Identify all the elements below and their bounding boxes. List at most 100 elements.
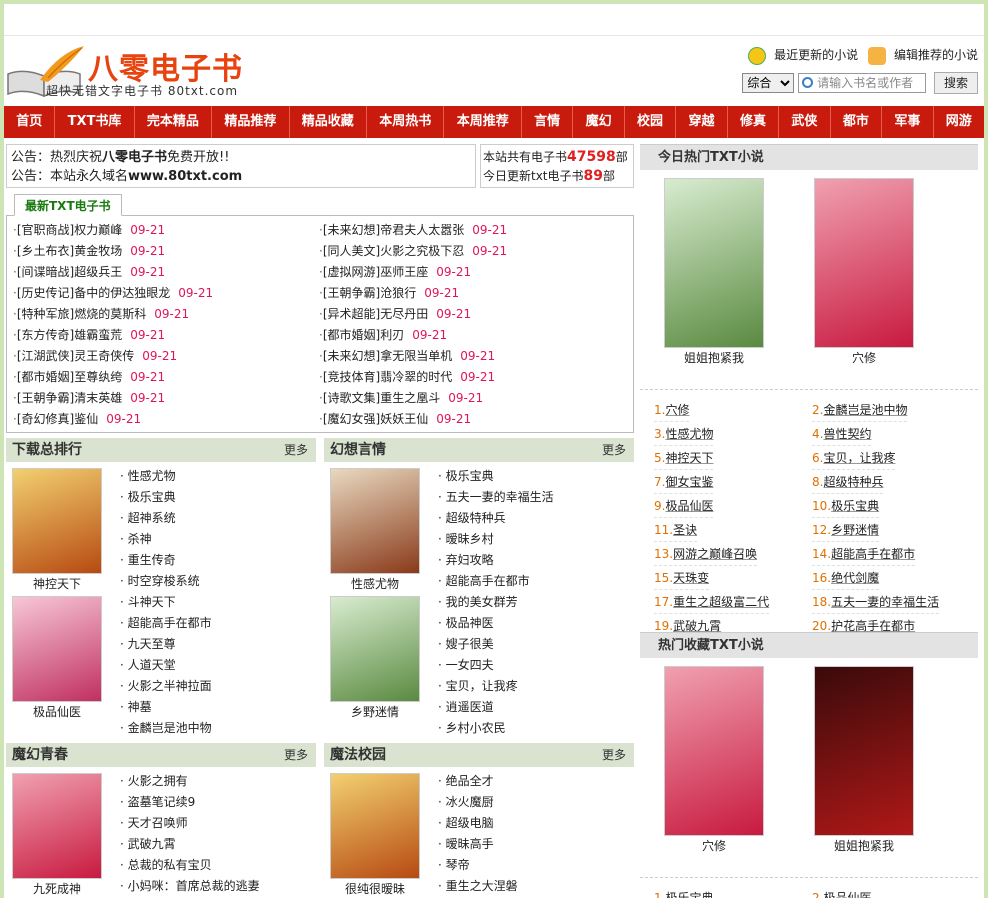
latest-book-category[interactable]: [奇幻修真] [17,412,74,426]
list-item[interactable]: · 极乐宝典 [120,487,212,508]
rank-title[interactable]: 金麟岂是池中物 [823,403,907,417]
rank-title[interactable]: 重生之超级富二代 [673,595,769,609]
nav-weekly-hot[interactable]: 本周热书 [367,106,445,138]
rank-title[interactable]: 武破九霄 [673,619,721,633]
latest-book-category[interactable]: [未来幻想] [323,349,380,363]
book-cover-title[interactable]: 九死成神 [10,879,104,898]
rank-item[interactable]: 16.绝代剑魔 [812,566,880,590]
list-item-title[interactable]: 超级特种兵 [446,511,506,525]
list-item[interactable]: · 宝贝，让我疼 [438,676,554,697]
list-item[interactable]: · 嫂子很美 [438,634,554,655]
list-item[interactable]: · 武破九霄 [120,834,260,855]
book-cover-image[interactable] [12,596,102,702]
list-item-title[interactable]: 盗墓笔记续9 [128,795,196,809]
latest-book-category[interactable]: [乡土布衣] [17,244,74,258]
latest-book-row[interactable]: ·[特种军旅]燃烧的莫斯科 09-21 [13,304,313,325]
latest-book-category[interactable]: [王朝争霸] [323,286,380,300]
nav-collections[interactable]: 精品收藏 [290,106,368,138]
nav-home[interactable]: 首页 [4,106,56,138]
list-item[interactable]: · 小妈咪：首席总裁的逃妻 [120,876,260,897]
latest-book-category[interactable]: [竞技体育] [323,370,380,384]
list-item-title[interactable]: 乡村小农民 [446,721,506,735]
list-item[interactable]: · 五夫一妻的幸福生活 [438,487,554,508]
book-cover-title[interactable]: 性感尤物 [328,574,422,594]
list-item[interactable]: · 暧昧高手 [438,834,518,855]
more-link[interactable]: 更多 [602,438,626,462]
latest-book-row[interactable]: ·[未来幻想]帝君夫人太嚣张 09-21 [319,220,619,241]
list-item[interactable]: · 超能高手在都市 [438,571,554,592]
rank-item[interactable]: 6.宝贝，让我疼 [812,446,896,470]
book-cover[interactable]: 九死成神 [10,773,104,898]
book-cover[interactable]: 乡野迷情 [328,596,422,722]
latest-book-category[interactable]: [诗歌文集] [323,391,380,405]
latest-book-title[interactable]: 备中的伊达独眼龙 [74,286,170,300]
nav-urban[interactable]: 都市 [831,106,883,138]
list-item[interactable]: · 火影之半神拉面 [120,676,212,697]
rank-item[interactable]: 1.极乐宝典 [654,886,713,898]
list-item-title[interactable]: 性感尤物 [128,469,176,483]
list-item-title[interactable]: 重生传奇 [128,553,176,567]
nav-military[interactable]: 军事 [882,106,934,138]
latest-book-category[interactable]: [东方传奇] [17,328,74,342]
book-cover-image[interactable] [330,468,420,574]
hot-book-cover[interactable]: 穴修 [664,666,764,856]
book-cover[interactable]: 很纯很暧昧 [328,773,422,898]
list-item-title[interactable]: 一女四夫 [446,658,494,672]
search-input[interactable]: 请输入书名或作者 [798,73,927,93]
list-item[interactable]: · 盗墓笔记续9 [120,792,260,813]
latest-book-category[interactable]: [虚拟网游] [323,265,380,279]
list-item[interactable]: · 九天至尊 [120,634,212,655]
nav-martial-arts[interactable]: 武侠 [779,106,831,138]
latest-book-row[interactable]: ·[都市婚姻]利刃 09-21 [319,325,619,346]
rank-item[interactable]: 4.兽性契约 [812,422,872,446]
book-cover[interactable]: 性感尤物 [328,468,422,594]
latest-book-row[interactable]: ·[官职商战]权力巅峰 09-21 [13,220,313,241]
list-item-title[interactable]: 九天至尊 [128,637,176,651]
latest-book-title[interactable]: 灵王奇侠传 [74,349,134,363]
rank-item[interactable]: 12.乡野迷情 [812,518,880,542]
latest-book-title[interactable]: 重生之凰斗 [380,391,440,405]
latest-book-title[interactable]: 沧狼行 [380,286,416,300]
latest-book-row[interactable]: ·[异术超能]无尽丹田 09-21 [319,304,619,325]
list-item-title[interactable]: 超级电脑 [446,816,494,830]
list-item[interactable]: · 暧昧乡村 [438,529,554,550]
list-item-title[interactable]: 暧昧高手 [446,837,494,851]
search-button[interactable]: 搜索 [934,72,978,94]
rank-item[interactable]: 7.御女宝鉴 [654,470,714,494]
latest-book-category[interactable]: [都市婚姻] [17,370,74,384]
list-item[interactable]: · 天才召唤师 [120,813,260,834]
list-item[interactable]: · 总裁的私有宝贝 [120,855,260,876]
nav-completed[interactable]: 完本精品 [135,106,213,138]
list-item-title[interactable]: 超神系统 [128,511,176,525]
rank-item[interactable]: 20.护花高手在都市 [812,614,916,638]
list-item-title[interactable]: 超能高手在都市 [128,616,212,630]
latest-book-category[interactable]: [王朝争霸] [17,391,74,405]
hot-book-cover-image[interactable] [814,178,914,348]
list-item[interactable]: · 极乐宝典 [438,466,554,487]
search-category-select[interactable]: 综合 [742,73,795,93]
latest-book-title[interactable]: 拿无限当单机 [380,349,452,363]
book-cover-image[interactable] [330,773,420,879]
latest-book-category[interactable]: [异术超能] [323,307,380,321]
nav-campus[interactable]: 校园 [625,106,677,138]
rank-title[interactable]: 天珠变 [673,571,709,585]
list-item[interactable]: · 绝品全才 [438,771,518,792]
rank-title[interactable]: 护花高手在都市 [831,619,915,633]
rank-item[interactable]: 2.金麟岂是池中物 [812,398,908,422]
rank-title[interactable]: 穴修 [665,403,689,417]
nav-romance[interactable]: 言情 [522,106,574,138]
latest-book-category[interactable]: [魔幻女强] [323,412,380,426]
latest-book-row[interactable]: ·[间谍暗战]超级兵王 09-21 [13,262,313,283]
list-item-title[interactable]: 琴帝 [446,858,470,872]
rank-item[interactable]: 3.性感尤物 [654,422,714,446]
rank-item[interactable]: 8.超级特种兵 [812,470,884,494]
hot-book-cover[interactable]: 姐姐抱紧我 [664,178,764,368]
list-item-title[interactable]: 武破九霄 [128,837,176,851]
list-item-title[interactable]: 天才召唤师 [128,816,188,830]
list-item-title[interactable]: 冰火魔厨 [446,795,494,809]
hot-book-cover-title[interactable]: 穴修 [814,348,914,368]
list-item[interactable]: · 超级电脑 [438,813,518,834]
latest-book-category[interactable]: [历史传记] [17,286,74,300]
latest-book-category[interactable]: [未来幻想] [323,223,380,237]
book-cover-title[interactable]: 很纯很暧昧 [328,879,422,898]
